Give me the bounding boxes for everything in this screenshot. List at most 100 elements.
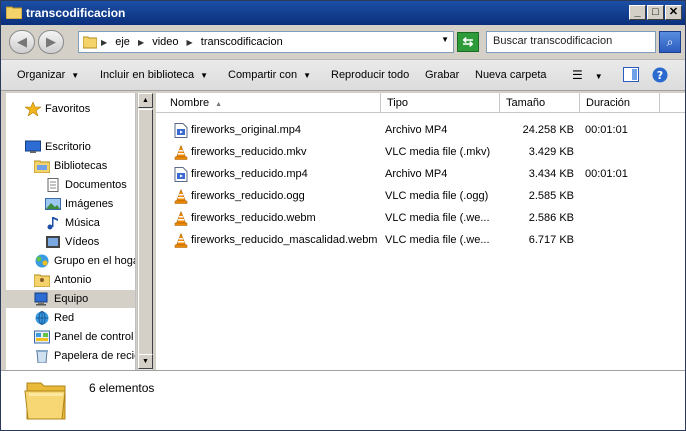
nav-label: Imágenes (65, 198, 114, 210)
dropdown-chevron-icon[interactable]: ▼ (441, 35, 449, 44)
table-row[interactable]: fireworks_original.mp4 Archivo MP4 24.258 … (156, 120, 685, 142)
column-header-type[interactable]: Tipo (381, 93, 500, 113)
forward-arrow-icon: ▶ (46, 34, 56, 49)
control-panel-icon (34, 330, 50, 344)
scroll-down-button[interactable]: ▼ (138, 354, 153, 369)
chevron-down-icon: ▼ (200, 71, 209, 80)
breadcrumb-item[interactable]: transcodificacion (201, 36, 283, 48)
scroll-thumb[interactable] (138, 109, 153, 357)
nav-item-panel-control[interactable]: Panel de control (34, 328, 134, 346)
include-in-library-menu[interactable]: Incluir en biblioteca ▼ (100, 69, 208, 81)
svg-text:?: ? (657, 69, 663, 82)
nav-item-antonio[interactable]: Antonio (34, 271, 91, 289)
organize-menu[interactable]: Organizar ▼ (17, 69, 79, 81)
file-type: VLC media file (.mkv) (385, 146, 491, 158)
nav-item-imagenes[interactable]: Imágenes (45, 195, 113, 213)
include-label: Incluir en biblioteca (100, 69, 195, 81)
nav-item-papelera[interactable]: Papelera de reciclaje (34, 347, 135, 365)
help-icon: ? (652, 67, 668, 83)
nav-label: Equipo (54, 293, 89, 305)
homegroup-icon (35, 254, 49, 268)
nav-label: Documentos (65, 179, 127, 191)
breadcrumb-item[interactable]: video (152, 36, 178, 48)
breadcrumb: ▶ eje ▶ video ▶ transcodificacion (101, 36, 288, 48)
nav-label: Red (54, 312, 75, 324)
search-button[interactable]: ⌕ (659, 31, 681, 53)
breadcrumb-chevron-icon[interactable]: ▶ (101, 38, 107, 47)
nav-item-favoritos[interactable]: Favoritos (25, 100, 90, 118)
back-button[interactable]: ◀ (9, 30, 35, 54)
file-size: 6.717 KB (528, 234, 574, 246)
maximize-button[interactable]: □ (647, 5, 664, 20)
forward-button[interactable]: ▶ (38, 30, 64, 54)
file-size: 24.258 KB (522, 124, 574, 136)
search-input[interactable]: Buscar transcodificacion (486, 31, 656, 53)
file-name: fireworks_original.mp4 (191, 124, 302, 136)
explorer-window: transcodificacion _ □ ✕ ◀ ▶ ▶ eje ▶ vide… (0, 0, 686, 431)
column-header-size[interactable]: Tamaño (500, 93, 580, 113)
minimize-button[interactable]: _ (629, 5, 646, 20)
scroll-up-button[interactable]: ▲ (138, 93, 153, 108)
nav-item-bibliotecas[interactable]: Bibliotecas (34, 157, 107, 175)
nav-item-grupo-hogar[interactable]: Grupo en el hogar (34, 252, 135, 270)
table-row[interactable]: fireworks_reducido.mkv VLC media file (.m… (156, 142, 685, 164)
file-type: VLC media file (.we... (385, 212, 490, 224)
nav-item-red[interactable]: Red (34, 309, 74, 327)
file-size: 3.434 KB (528, 168, 574, 180)
nav-item-musica[interactable]: Música (45, 214, 100, 232)
burn-button[interactable]: Grabar (425, 69, 459, 81)
refresh-button[interactable]: ⇆ (457, 32, 479, 52)
pictures-icon (45, 198, 61, 211)
title-bar[interactable]: transcodificacion _ □ ✕ (1, 1, 685, 25)
breadcrumb-item[interactable]: eje (115, 36, 130, 48)
share-with-menu[interactable]: Compartir con ▼ (228, 69, 311, 81)
sort-ascending-icon: ▲ (215, 101, 223, 108)
close-button[interactable]: ✕ (665, 5, 682, 20)
refresh-icon: ⇆ (462, 34, 474, 49)
nav-item-escritorio[interactable]: Escritorio (25, 138, 91, 156)
file-name: fireworks_reducido.mp4 (191, 168, 308, 180)
table-row[interactable]: fireworks_reducido.webm VLC media file (.… (156, 208, 685, 230)
nav-label: Escritorio (45, 141, 91, 153)
table-row[interactable]: fireworks_reducido.ogg VLC media file (.o… (156, 186, 685, 208)
table-row[interactable]: fireworks_reducido.mp4 Archivo MP4 3.434 K… (156, 164, 685, 186)
table-row[interactable]: fireworks_reducido_mascalidad.webm VLC me… (156, 230, 685, 252)
nav-scrollbar[interactable]: ▲ ▼ (137, 93, 153, 370)
nav-item-equipo[interactable]: Equipo (6, 290, 135, 308)
navigation-pane: Favoritos Escritorio Bibliotecas Documen… (6, 93, 136, 370)
nav-label: Panel de control (54, 331, 134, 343)
help-button[interactable]: ? (652, 67, 668, 86)
user-folder-icon (34, 274, 50, 288)
file-type: Archivo MP4 (385, 168, 448, 180)
nav-item-videos[interactable]: Vídeos (45, 233, 99, 251)
column-header-name[interactable]: Nombre ▲ (156, 93, 381, 113)
search-icon: ⌕ (666, 35, 674, 49)
column-header-duration[interactable]: Duración (580, 93, 660, 113)
chevron-down-icon: ▼ (594, 72, 603, 81)
nav-item-documentos[interactable]: Documentos (45, 176, 127, 194)
network-icon (35, 311, 49, 326)
preview-pane-button[interactable] (623, 67, 639, 85)
folder-icon (6, 6, 22, 19)
recycle-bin-icon (36, 350, 48, 364)
command-bar: Organizar ▼ Incluir en biblioteca ▼ Compar… (1, 59, 685, 91)
breadcrumb-chevron-icon[interactable]: ▶ (138, 38, 144, 47)
folder-large-icon (24, 382, 66, 420)
music-icon (47, 217, 58, 230)
new-folder-button[interactable]: Nueva carpeta (475, 69, 547, 81)
play-all-button[interactable]: Reproducir todo (331, 69, 409, 81)
file-list: Nombre ▲ Tipo Tamaño Duración fireworks_o… (156, 93, 685, 370)
file-size: 2.586 KB (528, 212, 574, 224)
file-name: fireworks_reducido_mascalidad.webm (191, 234, 378, 246)
file-name: fireworks_reducido.webm (191, 212, 316, 224)
file-name: fireworks_reducido.ogg (191, 190, 305, 202)
file-type: Archivo MP4 (385, 124, 448, 136)
breadcrumb-chevron-icon[interactable]: ▶ (187, 38, 193, 47)
address-bar[interactable]: ▶ eje ▶ video ▶ transcodificacion ▼ (78, 31, 454, 53)
libraries-icon (34, 160, 50, 174)
view-options-button[interactable]: ☰ ▼ (572, 68, 603, 82)
nav-label: Antonio (54, 274, 92, 286)
preview-pane-icon (623, 67, 639, 82)
window-title: transcodificacion (26, 6, 126, 20)
file-name: fireworks_reducido.mkv (191, 146, 307, 158)
